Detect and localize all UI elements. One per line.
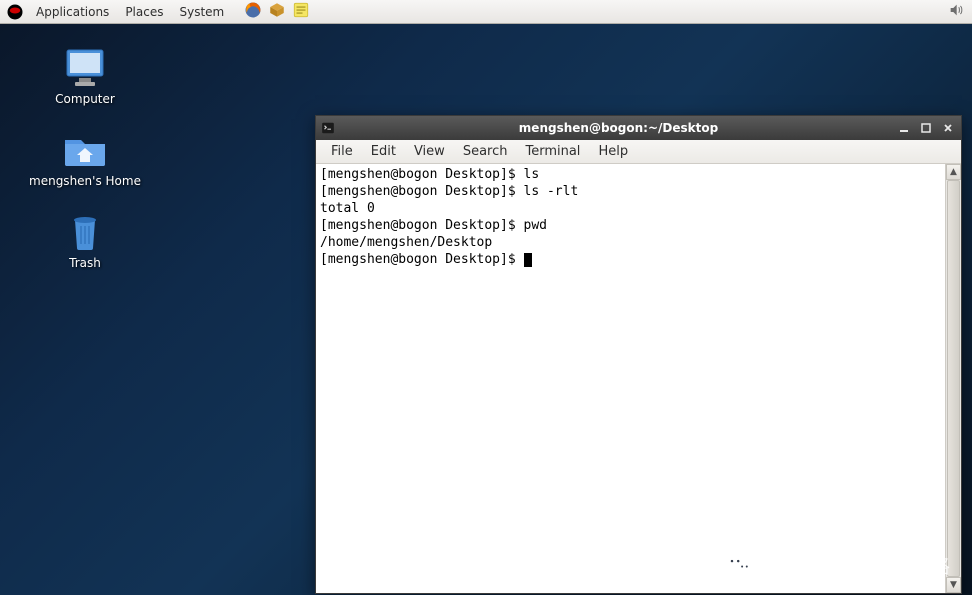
computer-desktop-icon[interactable]: Computer: [20, 48, 150, 106]
trash-desktop-icon[interactable]: Trash: [20, 212, 150, 270]
watermark-text: MySQL从删库到跑路: [761, 550, 950, 579]
maximize-button[interactable]: [917, 120, 935, 136]
menu-view[interactable]: View: [405, 144, 454, 159]
scroll-track[interactable]: [946, 180, 961, 577]
firefox-icon[interactable]: [244, 1, 262, 22]
wechat-icon: [725, 551, 753, 579]
volume-icon[interactable]: [948, 2, 964, 21]
computer-icon: [61, 48, 109, 88]
terminal-window: mengshen@bogon:~/Desktop File Edit View …: [315, 115, 962, 594]
terminal-output[interactable]: [mengshen@bogon Desktop]$ ls [mengshen@b…: [316, 164, 945, 593]
menu-file[interactable]: File: [322, 144, 362, 159]
titlebar[interactable]: mengshen@bogon:~/Desktop: [316, 116, 961, 140]
menu-search[interactable]: Search: [454, 144, 517, 159]
folder-home-icon: [61, 130, 109, 170]
system-menu[interactable]: System: [171, 0, 232, 24]
term-line: [mengshen@bogon Desktop]$ ls: [320, 167, 539, 182]
menu-edit[interactable]: Edit: [362, 144, 405, 159]
trash-icon: [61, 212, 109, 252]
terminal-icon: [320, 120, 336, 136]
window-title: mengshen@bogon:~/Desktop: [342, 121, 895, 135]
term-line: total 0: [320, 201, 375, 216]
term-line: [mengshen@bogon Desktop]$ pwd: [320, 218, 547, 233]
notes-icon[interactable]: [292, 1, 310, 22]
minimize-button[interactable]: [895, 120, 913, 136]
top-panel: Applications Places System: [0, 0, 972, 24]
scroll-thumb[interactable]: [947, 180, 960, 577]
terminal-menubar: File Edit View Search Terminal Help: [316, 140, 961, 164]
scroll-up-button[interactable]: ▲: [946, 164, 961, 180]
terminal-cursor: [524, 253, 532, 267]
term-line: /home/mengshen/Desktop: [320, 235, 492, 250]
package-manager-icon[interactable]: [268, 1, 286, 22]
computer-label: Computer: [20, 92, 150, 106]
watermark: MySQL从删库到跑路: [725, 550, 950, 579]
trash-label: Trash: [20, 256, 150, 270]
menu-terminal[interactable]: Terminal: [516, 144, 589, 159]
menu-help[interactable]: Help: [589, 144, 637, 159]
applications-menu[interactable]: Applications: [28, 0, 117, 24]
scroll-down-button[interactable]: ▼: [946, 577, 961, 593]
home-folder-label: mengshen's Home: [20, 174, 150, 188]
redhat-logo-icon: [6, 3, 24, 21]
terminal-scrollbar[interactable]: ▲ ▼: [945, 164, 961, 593]
close-button[interactable]: [939, 120, 957, 136]
term-line: [mengshen@bogon Desktop]$ ls -rlt: [320, 184, 578, 199]
term-line: [mengshen@bogon Desktop]$: [320, 252, 524, 267]
home-folder-desktop-icon[interactable]: mengshen's Home: [20, 130, 150, 188]
places-menu[interactable]: Places: [117, 0, 171, 24]
